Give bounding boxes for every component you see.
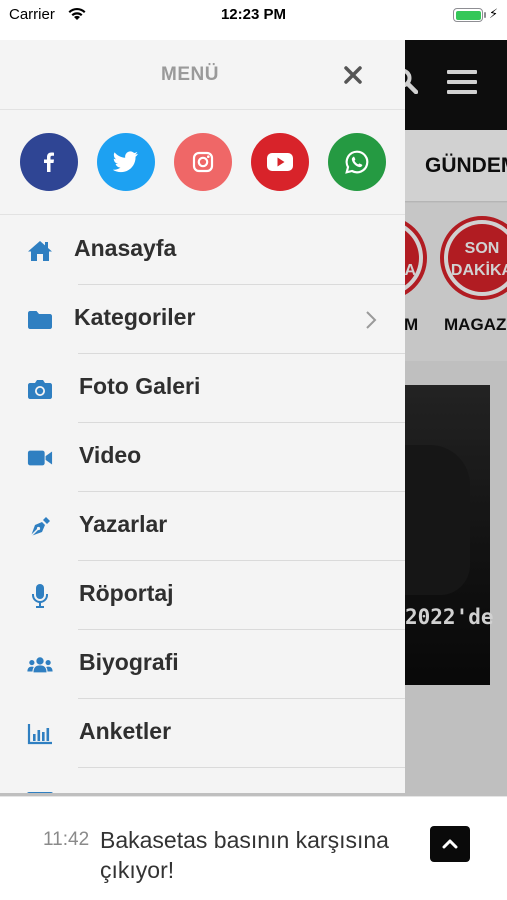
menu-item-biyografi[interactable]: Biyografi [0, 630, 405, 699]
chevron-up-icon [442, 839, 458, 849]
menu-label: Foto Galeri [79, 373, 201, 399]
pen-icon [27, 514, 53, 540]
youtube-button[interactable] [251, 133, 309, 191]
facebook-button[interactable] [20, 133, 78, 191]
drawer-menu: Anasayfa Kategoriler Foto Galeri Video Y… [0, 216, 405, 768]
twitter-button[interactable] [97, 133, 155, 191]
drawer-header: MENÜ [0, 40, 405, 110]
next-menu-item-icon [27, 792, 53, 793]
home-icon [27, 238, 53, 264]
chevron-right-icon [366, 311, 377, 329]
social-links [0, 111, 405, 215]
close-icon[interactable] [340, 62, 366, 88]
menu-label: Kategoriler [74, 304, 196, 330]
menu-label: Röportaj [79, 580, 174, 606]
ticker-time: 11:42 [43, 829, 90, 850]
instagram-icon [192, 151, 214, 173]
menu-item-roportaj[interactable]: Röportaj [0, 561, 405, 630]
menu-label: Anketler [79, 718, 172, 744]
battery-nub [484, 12, 486, 18]
ticker-headline[interactable]: Bakasetas basının karşısına çıkıyor! [100, 825, 390, 885]
side-drawer: MENÜ Anasayfa Kategoriler Foto Galeri Vi… [0, 40, 405, 793]
folder-icon [27, 307, 53, 333]
whatsapp-button[interactable] [328, 133, 386, 191]
instagram-button[interactable] [174, 133, 232, 191]
facebook-icon [44, 152, 54, 172]
charging-bolt-icon: ⚡ [489, 6, 499, 21]
video-camera-icon [27, 445, 53, 471]
status-bar: Carrier 12:23 PM ⚡ [0, 0, 507, 40]
drawer-title: MENÜ [161, 64, 219, 85]
microphone-icon [27, 583, 53, 609]
menu-item-anketler[interactable]: Anketler [0, 699, 405, 768]
menu-label: Yazarlar [79, 511, 168, 537]
menu-label: Video [79, 442, 142, 468]
youtube-icon [267, 153, 293, 171]
menu-item-anasayfa[interactable]: Anasayfa [0, 216, 405, 285]
menu-item-foto-galeri[interactable]: Foto Galeri [0, 354, 405, 423]
menu-item-kategoriler[interactable]: Kategoriler [0, 285, 405, 354]
whatsapp-icon [345, 150, 369, 174]
twitter-icon [113, 151, 138, 173]
menu-item-yazarlar[interactable]: Yazarlar [0, 492, 405, 561]
scroll-to-top-button[interactable] [430, 826, 470, 862]
menu-label: Anasayfa [74, 235, 177, 261]
bar-chart-icon [27, 721, 53, 747]
users-icon [27, 652, 53, 678]
menu-label: Biyografi [79, 649, 179, 675]
clock: 12:23 PM [220, 6, 287, 23]
menu-item-video[interactable]: Video [0, 423, 405, 492]
camera-icon [27, 376, 53, 402]
breaking-news-ticker[interactable]: 11:42 Bakasetas basının karşısına çıkıyo… [0, 796, 507, 900]
battery-icon [453, 8, 483, 22]
